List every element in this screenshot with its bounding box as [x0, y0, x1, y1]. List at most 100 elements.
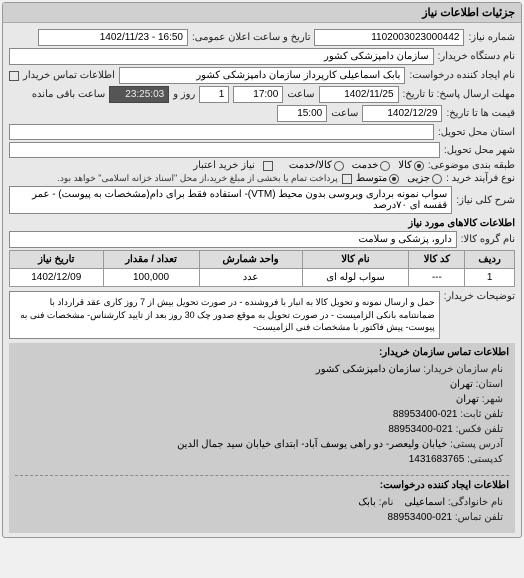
deadline-time: 17:00 — [233, 86, 283, 103]
col-row: ردیف — [465, 251, 515, 269]
cb-zip-lbl: کدپستی: — [467, 454, 503, 465]
cb-org-lbl: نام سازمان خریدار: — [423, 364, 503, 375]
cb-org: سازمان دامپزشکی کشور — [316, 364, 421, 375]
proc-high-lbl: جزیی — [407, 173, 430, 184]
radio-icon — [334, 161, 344, 171]
buy-process-label: نوع فرآیند خرید : — [446, 173, 515, 184]
col-name: نام کالا — [302, 251, 409, 269]
proc-note: پرداخت تمام یا بخشی از مبلغ خرید،از محل … — [57, 173, 337, 184]
panel-body: شماره نیاز: 1102003023000442 تاریخ و ساع… — [3, 23, 521, 537]
remaining-days: 1 — [199, 86, 229, 103]
cb-addr-lbl: آدرس پستی: — [450, 439, 503, 450]
cb-zip: 1431683765 — [409, 454, 465, 465]
goods-header: اطلاعات کالاهای مورد نیاز — [9, 218, 515, 229]
remaining-days-label: روز و — [173, 89, 195, 100]
radio-icon — [414, 161, 424, 171]
price-until-label: قیمت ها تا تاریخ: — [446, 108, 515, 119]
col-unit: واحد شمارش — [199, 251, 302, 269]
proc-mid-lbl: متوسط — [356, 173, 387, 184]
cat-credit-item[interactable]: کالا/خدمت — [289, 160, 344, 171]
cb-phone: 021-88953400 — [393, 409, 458, 420]
cr-name: بابک — [358, 497, 376, 508]
credit-label: نیاز خرید اعتبار — [193, 160, 255, 171]
cat-service-item[interactable]: خدمت — [352, 160, 391, 171]
proc-high-item[interactable]: جزیی — [407, 173, 442, 184]
delivery-state-label: استان محل تحویل: — [438, 127, 515, 138]
cell-row: 1 — [465, 269, 515, 287]
remaining-time: 23:25:03 — [109, 86, 169, 103]
buyer-contact-label: اطلاعات تماس خریدار — [23, 70, 115, 81]
cell-unit: عدد — [199, 269, 302, 287]
row-delivery-city: شهر محل تحویل: — [9, 142, 515, 158]
cb-state: تهران — [450, 379, 473, 390]
cat-goods-item[interactable]: کالا — [398, 160, 424, 171]
contact-buyer-header: اطلاعات تماس سازمان خریدار: — [15, 347, 509, 358]
contact-requester-header: اطلاعات ایجاد کننده درخواست: — [15, 480, 509, 491]
cb-addr: خیابان ولیعصر- دو راهی یوسف آباد- ابتدای… — [177, 439, 447, 450]
price-until-time-label: ساعت — [331, 108, 358, 119]
cell-date: 1402/12/09 — [10, 269, 104, 287]
cat-credit-lbl: کالا/خدمت — [289, 160, 332, 171]
row-need-desc: شرح کلی نیاز: سواب نمونه برداری ویروسی ب… — [9, 186, 515, 214]
row-req-number: شماره نیاز: 1102003023000442 تاریخ و ساع… — [9, 29, 515, 46]
cat-goods-lbl: کالا — [398, 160, 412, 171]
row-buy-process: نوع فرآیند خرید : جزیی متوسط پرداخت تمام… — [9, 173, 515, 184]
contact-requester-block: نام خانوادگی: اسماعیلی نام: بابک تلفن تم… — [15, 491, 509, 529]
cb-fax-lbl: تلفن فکس: — [456, 424, 503, 435]
delivery-state-value — [9, 124, 434, 140]
radio-icon — [432, 174, 442, 184]
price-until-time: 15:00 — [277, 105, 327, 122]
row-goods-group: نام گروه کالا: دارو، پزشکی و سلامت — [9, 231, 515, 248]
goods-table: ردیف کد کالا نام کالا واحد شمارش تعداد /… — [9, 250, 515, 287]
row-price-until: قیمت ها تا تاریخ: 1402/12/29 ساعت 15:00 — [9, 105, 515, 122]
buyer-note-value: حمل و ارسال نمونه و تحویل کالا به انبار … — [9, 291, 440, 339]
req-number-label: شماره نیاز: — [468, 32, 515, 43]
col-date: تاریخ نیاز — [10, 251, 104, 269]
announce-datetime-value: 16:50 - 1402/11/23 — [38, 29, 188, 46]
need-desc-label: شرح کلی نیاز: — [456, 195, 515, 206]
buyer-org-label: نام دستگاه خریدار: — [438, 51, 515, 62]
cell-code: --- — [409, 269, 465, 287]
goods-group-label: نام گروه کالا: — [461, 234, 515, 245]
price-until-date: 1402/12/29 — [362, 105, 442, 122]
radio-icon — [380, 161, 390, 171]
proc-mid-item[interactable]: متوسط — [356, 173, 399, 184]
row-delivery-state: استان محل تحویل: — [9, 124, 515, 140]
proc-note-checkbox[interactable] — [342, 174, 352, 184]
cr-phone-lbl: تلفن تماس: — [455, 512, 503, 523]
buyer-org-value: سازمان دامپزشکی کشور — [9, 48, 434, 65]
deadline-label: مهلت ارسال پاسخ: تا تاریخ: — [403, 89, 515, 100]
contact-buyer-block: نام سازمان خریدار: سازمان دامپزشکی کشور … — [15, 358, 509, 471]
separator — [15, 475, 509, 476]
row-requester: نام ایجاد کننده درخواست: بابک اسماعیلی ک… — [9, 67, 515, 84]
cb-fax: 021-88953400 — [388, 424, 453, 435]
cb-city: تهران — [456, 394, 479, 405]
remaining-time-label: ساعت باقی مانده — [32, 89, 105, 100]
cr-family-lbl: نام خانوادگی: — [448, 497, 503, 508]
radio-icon — [389, 174, 399, 184]
table-row: 1 --- سواب لوله ای عدد 100,000 1402/12/0… — [10, 269, 515, 287]
col-qty: تعداد / مقدار — [103, 251, 199, 269]
cr-phone: 021-88953400 — [388, 512, 453, 523]
cb-state-lbl: استان: — [476, 379, 503, 390]
row-buyer-org: نام دستگاه خریدار: سازمان دامپزشکی کشور — [9, 48, 515, 65]
cat-service-lbl: خدمت — [352, 160, 379, 171]
delivery-city-value — [9, 142, 440, 158]
cb-city-lbl: شهر: — [482, 394, 503, 405]
category-group: کالا خدمت کالا/خدمت نیاز خرید اعتبار — [193, 160, 424, 171]
panel-title: جزئیات اطلاعات نیاز — [3, 3, 521, 23]
requester-value: بابک اسماعیلی کارپرداز سازمان دامپزشکی ک… — [119, 67, 406, 84]
process-group: جزیی متوسط — [356, 173, 442, 184]
row-category: طبقه بندی موضوعی: کالا خدمت کالا/خدمت نی… — [9, 160, 515, 171]
cell-qty: 100,000 — [103, 269, 199, 287]
goods-group-value: دارو، پزشکی و سلامت — [9, 231, 457, 248]
row-deadline: مهلت ارسال پاسخ: تا تاریخ: 1402/11/25 سا… — [9, 86, 515, 103]
deadline-time-label: ساعت — [287, 89, 314, 100]
cell-name: سواب لوله ای — [302, 269, 409, 287]
credit-checkbox[interactable] — [263, 161, 273, 171]
requester-label: نام ایجاد کننده درخواست: — [409, 70, 515, 81]
main-panel: جزئیات اطلاعات نیاز شماره نیاز: 11020030… — [2, 2, 522, 538]
contact-buyer-section: اطلاعات تماس سازمان خریدار: نام سازمان خ… — [9, 343, 515, 533]
buyer-contact-checkbox[interactable] — [9, 71, 19, 81]
row-buyer-note: توضیحات خریدار: حمل و ارسال نمونه و تحوی… — [9, 291, 515, 339]
